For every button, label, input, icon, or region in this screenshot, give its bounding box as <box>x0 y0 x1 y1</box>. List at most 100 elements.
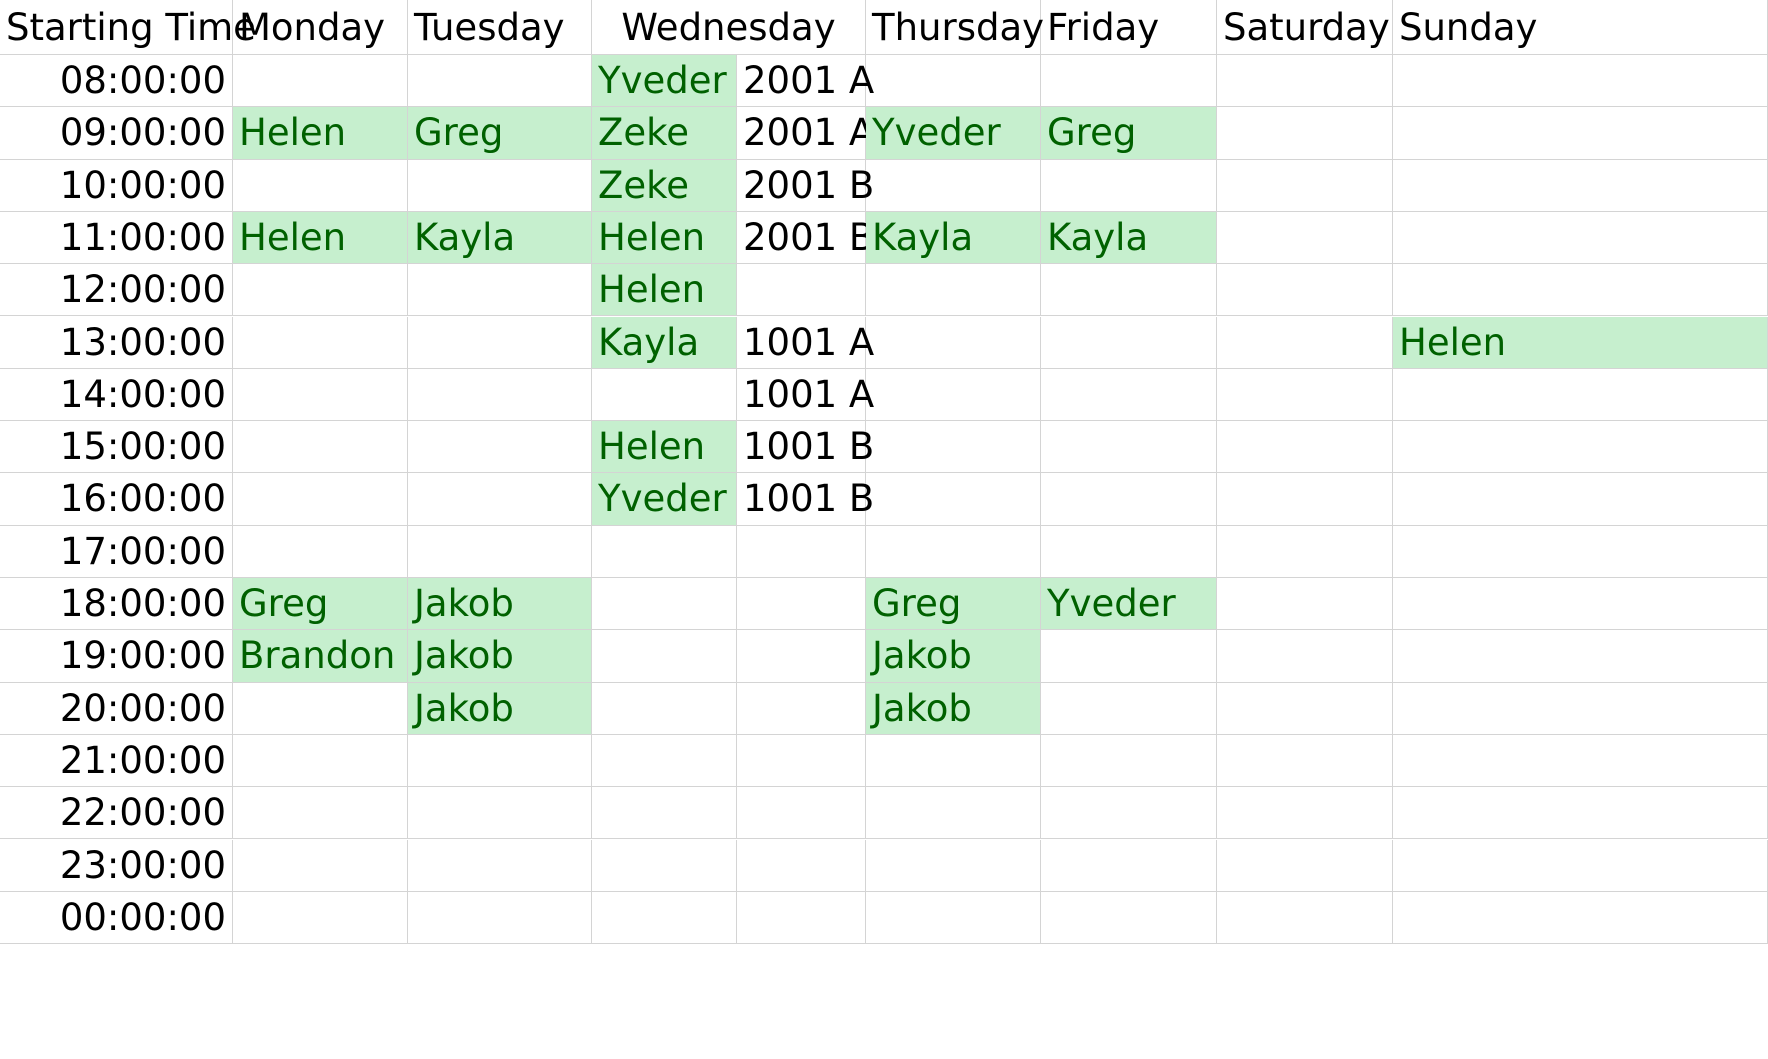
room-cell[interactable]: 2001 A <box>737 107 874 160</box>
schedule-cell-tuesday[interactable]: Greg <box>408 107 592 160</box>
time-cell[interactable]: 16:00:00 <box>0 473 233 526</box>
time-cell[interactable]: 12:00:00 <box>0 264 233 317</box>
header-saturday[interactable]: Saturday <box>1217 0 1393 55</box>
schedule-cell-sunday[interactable] <box>1393 55 1768 108</box>
schedule-cell-thursday[interactable] <box>866 421 1041 474</box>
schedule-cell-tuesday[interactable] <box>408 264 592 317</box>
schedule-cell-thursday[interactable]: Greg <box>866 578 1041 631</box>
header-monday[interactable]: Monday <box>233 0 408 55</box>
schedule-cell-monday[interactable] <box>233 159 408 212</box>
schedule-cell-wednesday[interactable]: Helen <box>592 264 737 317</box>
schedule-cell-wednesday[interactable] <box>592 839 737 892</box>
schedule-cell-saturday[interactable] <box>1217 839 1393 892</box>
schedule-cell-friday[interactable] <box>1041 316 1217 369</box>
schedule-cell-thursday[interactable] <box>866 264 1041 317</box>
schedule-cell-sunday[interactable] <box>1393 682 1768 735</box>
schedule-cell-saturday[interactable] <box>1217 473 1393 526</box>
schedule-cell-monday[interactable] <box>233 55 408 108</box>
room-cell[interactable]: 2001 B <box>737 159 874 212</box>
schedule-cell-saturday[interactable] <box>1217 211 1393 265</box>
header-starting-time[interactable]: Starting Time <box>0 0 256 55</box>
schedule-cell-saturday[interactable] <box>1217 159 1393 212</box>
schedule-cell-friday[interactable] <box>1041 891 1217 945</box>
schedule-cell-monday[interactable]: Greg <box>233 578 408 631</box>
schedule-cell-thursday[interactable] <box>866 316 1041 369</box>
room-cell[interactable] <box>737 839 866 892</box>
schedule-cell-friday[interactable] <box>1041 368 1217 422</box>
schedule-cell-monday[interactable]: Brandon <box>233 630 408 683</box>
schedule-cell-friday[interactable] <box>1041 630 1217 683</box>
schedule-cell-tuesday[interactable] <box>408 525 592 578</box>
room-cell[interactable] <box>737 734 866 788</box>
schedule-cell-sunday[interactable] <box>1393 421 1768 474</box>
schedule-cell-wednesday[interactable]: Helen <box>592 211 737 265</box>
schedule-cell-monday[interactable] <box>233 316 408 369</box>
schedule-cell-saturday[interactable] <box>1217 525 1393 578</box>
schedule-cell-wednesday[interactable] <box>592 787 737 840</box>
schedule-cell-monday[interactable] <box>233 891 408 945</box>
header-thursday[interactable]: Thursday <box>866 0 1044 55</box>
schedule-cell-tuesday[interactable] <box>408 421 592 474</box>
schedule-cell-wednesday[interactable]: Zeke <box>592 107 737 160</box>
time-cell[interactable]: 09:00:00 <box>0 107 233 160</box>
time-cell[interactable]: 20:00:00 <box>0 682 233 735</box>
schedule-cell-sunday[interactable] <box>1393 107 1768 160</box>
schedule-cell-wednesday[interactable] <box>592 525 737 578</box>
schedule-cell-monday[interactable]: Helen <box>233 211 408 265</box>
schedule-cell-friday[interactable] <box>1041 734 1217 788</box>
schedule-cell-sunday[interactable] <box>1393 578 1768 631</box>
schedule-cell-monday[interactable] <box>233 525 408 578</box>
schedule-cell-friday[interactable] <box>1041 421 1217 474</box>
schedule-cell-thursday[interactable] <box>866 368 1041 422</box>
schedule-cell-wednesday[interactable] <box>592 734 737 788</box>
schedule-cell-thursday[interactable]: Jakob <box>866 682 1041 735</box>
schedule-cell-thursday[interactable]: Yveder <box>866 107 1041 160</box>
schedule-cell-thursday[interactable] <box>866 734 1041 788</box>
schedule-cell-thursday[interactable] <box>866 55 1041 108</box>
time-cell[interactable]: 08:00:00 <box>0 55 233 108</box>
schedule-cell-tuesday[interactable] <box>408 891 592 945</box>
schedule-cell-sunday[interactable] <box>1393 787 1768 840</box>
schedule-cell-wednesday[interactable]: Kayla <box>592 316 737 369</box>
schedule-cell-wednesday[interactable]: Yveder <box>592 473 737 526</box>
room-cell[interactable] <box>737 525 866 578</box>
schedule-cell-friday[interactable] <box>1041 682 1217 735</box>
schedule-cell-tuesday[interactable] <box>408 787 592 840</box>
time-cell[interactable]: 00:00:00 <box>0 891 233 945</box>
schedule-cell-friday[interactable] <box>1041 159 1217 212</box>
room-cell[interactable] <box>737 682 866 735</box>
room-cell[interactable]: 1001 A <box>737 316 874 369</box>
schedule-cell-thursday[interactable] <box>866 525 1041 578</box>
room-cell[interactable]: 2001 B <box>737 211 874 265</box>
schedule-cell-sunday[interactable]: Helen <box>1393 316 1768 369</box>
room-cell[interactable] <box>737 264 866 317</box>
schedule-cell-thursday[interactable] <box>866 787 1041 840</box>
schedule-cell-tuesday[interactable] <box>408 55 592 108</box>
schedule-cell-friday[interactable]: Greg <box>1041 107 1217 160</box>
schedule-cell-wednesday[interactable]: Helen <box>592 421 737 474</box>
room-cell[interactable] <box>737 891 866 945</box>
schedule-cell-tuesday[interactable] <box>408 839 592 892</box>
schedule-cell-monday[interactable] <box>233 839 408 892</box>
schedule-cell-saturday[interactable] <box>1217 891 1393 945</box>
schedule-cell-tuesday[interactable]: Jakob <box>408 578 592 631</box>
room-cell[interactable] <box>737 578 866 631</box>
schedule-cell-thursday[interactable] <box>866 473 1041 526</box>
schedule-cell-saturday[interactable] <box>1217 787 1393 840</box>
schedule-cell-saturday[interactable] <box>1217 421 1393 474</box>
schedule-cell-sunday[interactable] <box>1393 525 1768 578</box>
schedule-cell-sunday[interactable] <box>1393 211 1768 265</box>
schedule-cell-sunday[interactable] <box>1393 839 1768 892</box>
schedule-cell-monday[interactable] <box>233 473 408 526</box>
time-cell[interactable]: 13:00:00 <box>0 316 233 369</box>
schedule-cell-sunday[interactable] <box>1393 891 1768 945</box>
header-wednesday[interactable]: Wednesday <box>592 0 866 55</box>
schedule-cell-thursday[interactable] <box>866 839 1041 892</box>
time-cell[interactable]: 21:00:00 <box>0 734 233 788</box>
schedule-cell-wednesday[interactable]: Zeke <box>592 159 737 212</box>
schedule-cell-saturday[interactable] <box>1217 107 1393 160</box>
schedule-cell-wednesday[interactable] <box>592 368 737 422</box>
room-cell[interactable]: 2001 A <box>737 55 874 108</box>
schedule-cell-monday[interactable] <box>233 734 408 788</box>
header-sunday[interactable]: Sunday <box>1393 0 1768 55</box>
